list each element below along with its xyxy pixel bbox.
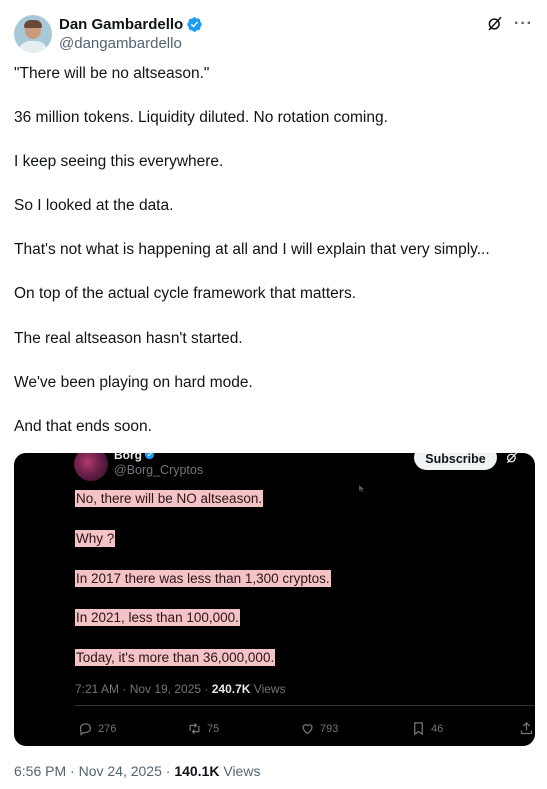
author-display-name[interactable]: Dan Gambardello xyxy=(59,15,183,34)
tweet-paragraph: And that ends soon. xyxy=(14,417,152,435)
bookmark-action: 46 xyxy=(411,721,443,736)
views-label: Views xyxy=(219,763,261,779)
highlighted-line: In 2017 there was less than 1,300 crypto… xyxy=(75,570,331,587)
author-names: Dan Gambardello @dangambardello xyxy=(59,15,203,53)
quoted-tweet-screenshot[interactable]: Borg @Borg_Cryptos Subscribe No, there w… xyxy=(14,453,535,746)
author-handle[interactable]: @dangambardello xyxy=(59,34,203,53)
tweet-paragraph: 36 million tokens. Liquidity diluted. No… xyxy=(14,109,388,127)
quoted-views-label: Views xyxy=(250,682,286,696)
tweet-footer: 6:56 PM · Nov 24, 2025 · 140.1K Views xyxy=(14,763,260,779)
views-count: 140.1K xyxy=(174,763,220,779)
more-icon[interactable]: ··· xyxy=(514,15,533,33)
tweet-paragraph: On top of the actual cycle framework tha… xyxy=(14,285,357,303)
cursor-icon xyxy=(359,485,364,492)
highlighted-line: Why ? xyxy=(75,530,116,547)
like-action: 793 xyxy=(300,721,338,736)
tweet-header: Dan Gambardello @dangambardello ··· xyxy=(14,14,533,54)
verified-badge-icon xyxy=(144,453,155,460)
tweet-paragraph: That's not what is happening at all and … xyxy=(14,241,490,259)
share-action xyxy=(519,721,534,736)
repost-icon xyxy=(189,723,200,734)
quoted-action-bar: 276 75 793 46 xyxy=(14,721,535,739)
grok-icon xyxy=(506,453,518,464)
grok-icon[interactable] xyxy=(486,15,504,33)
subscribe-button: Subscribe xyxy=(414,453,497,470)
highlighted-line: No, there will be NO altseason. xyxy=(75,490,264,507)
header-actions: ··· xyxy=(486,15,533,33)
like-icon xyxy=(302,724,313,735)
reply-icon xyxy=(79,723,92,736)
quoted-views-count: 240.7K xyxy=(211,682,251,696)
quoted-author-name: Borg xyxy=(114,453,142,462)
reply-count: 276 xyxy=(98,722,117,735)
quoted-author-handle: @Borg_Cryptos xyxy=(114,463,204,477)
highlighted-line: Today, it's more than 36,000,000. xyxy=(75,649,276,666)
bookmark-count: 46 xyxy=(431,722,444,735)
tweet-paragraph: "There will be no altseason." xyxy=(14,65,210,82)
reply-action: 276 xyxy=(78,721,116,736)
tweet-text: "There will be no altseason." 36 million… xyxy=(14,64,534,461)
author-avatar[interactable] xyxy=(14,15,52,53)
share-icon xyxy=(520,721,533,735)
tweet-paragraph: I keep seeing this everywhere. xyxy=(14,153,224,171)
tweet-paragraph: We've been playing on hard mode. xyxy=(14,373,253,391)
repost-count: 75 xyxy=(207,722,220,735)
quoted-meta: 7:21 AM · Nov 19, 2025 · 240.7K Views xyxy=(75,682,286,696)
tweet-paragraph: So I looked at the data. xyxy=(14,197,174,215)
repost-action: 75 xyxy=(187,721,219,736)
like-count: 793 xyxy=(320,722,339,735)
tweet-paragraph: The real altseason hasn't started. xyxy=(14,329,243,347)
bookmark-icon xyxy=(414,722,423,736)
tweet-timestamp[interactable]: 6:56 PM · Nov 24, 2025 · xyxy=(14,763,174,779)
verified-badge-icon xyxy=(187,17,202,32)
quoted-author-avatar xyxy=(74,453,108,481)
divider xyxy=(75,705,535,706)
quoted-timestamp: 7:21 AM · Nov 19, 2025 · xyxy=(75,682,212,696)
highlighted-line: In 2021, less than 100,000. xyxy=(75,609,240,626)
